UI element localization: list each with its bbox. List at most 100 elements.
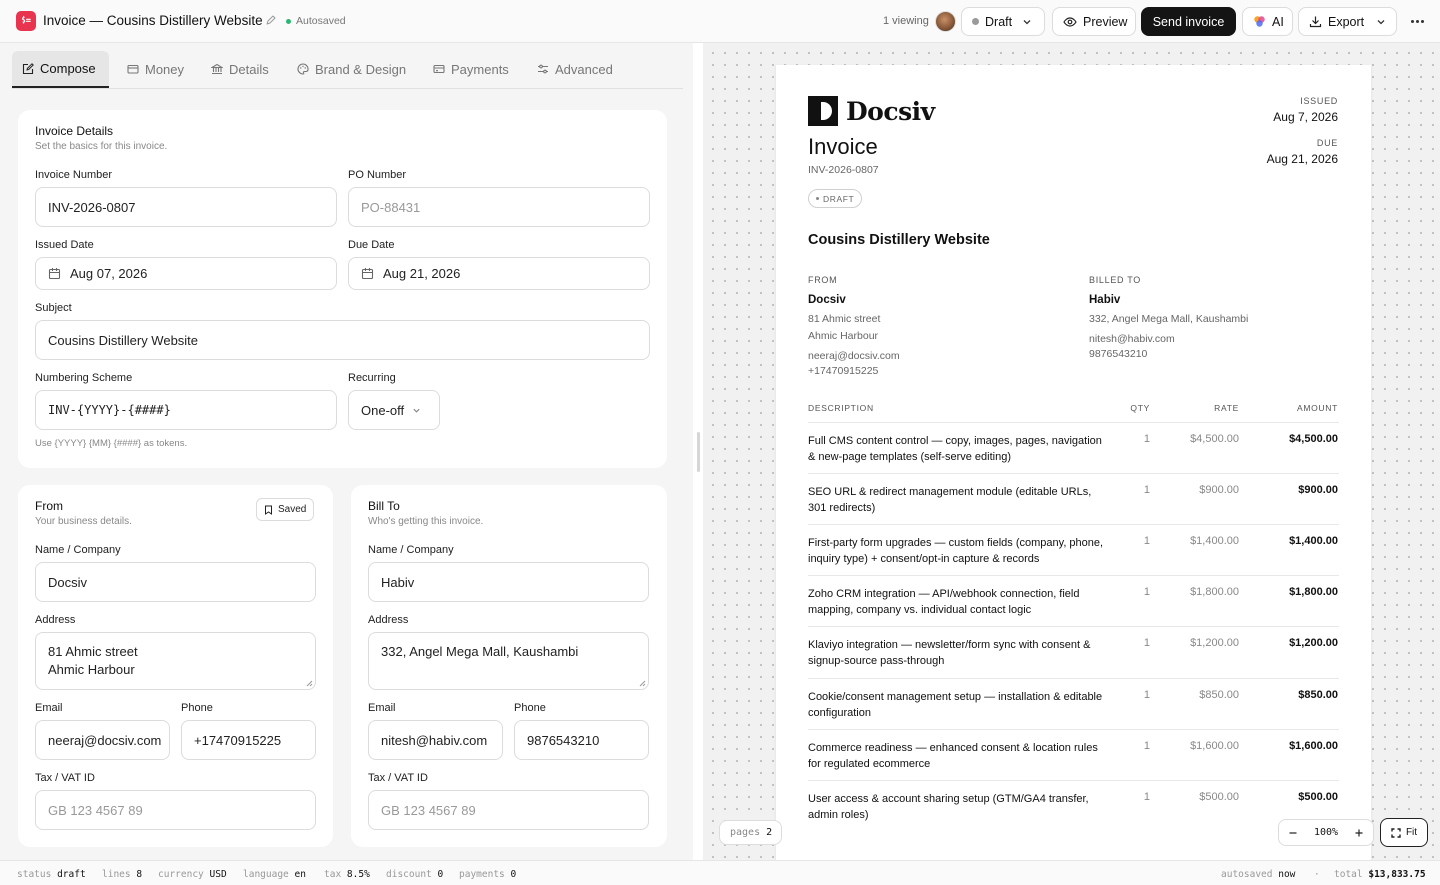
status-dropdown[interactable]: Draft	[961, 7, 1045, 36]
total-item: total $13,833.75	[1334, 869, 1426, 880]
item-rate: $850.00	[1199, 689, 1239, 701]
tab-details[interactable]: Details	[201, 51, 279, 87]
zoom-in-icon[interactable]	[1354, 828, 1364, 838]
autosaved-item: autosaved now	[1221, 869, 1295, 880]
from-phone-input[interactable]: +17470915225	[181, 720, 316, 760]
table-row[interactable]: Commerce readiness — enhanced consent & …	[808, 729, 1339, 780]
resize-handle-icon[interactable]	[638, 679, 646, 687]
invoice-number-input[interactable]: INV-2026-0807	[35, 187, 337, 227]
send-invoice-button[interactable]: Send invoice	[1141, 7, 1236, 36]
from-email-label: Email	[35, 702, 63, 714]
fit-label: Fit	[1405, 827, 1418, 838]
item-amount: $1,600.00	[1289, 740, 1338, 752]
to-address-input[interactable]: 332, Angel Mega Mall, Kaushambi	[368, 632, 649, 690]
to-name: Habiv	[1089, 294, 1121, 306]
recurring-label: Recurring	[348, 372, 396, 384]
tab-payments[interactable]: Payments	[423, 51, 519, 87]
tab-label: Compose	[40, 61, 96, 76]
issued-date-label: Issued Date	[35, 239, 94, 251]
from-tax-input[interactable]: GB 123 4567 89	[35, 790, 316, 830]
issued-date-value: Aug 07, 2026	[70, 266, 148, 281]
item-rate: $900.00	[1199, 484, 1239, 496]
tax-value: 8.5%	[346, 869, 370, 880]
col-rate: RATE	[1214, 403, 1239, 413]
pane-resize-handle[interactable]	[697, 432, 700, 472]
from-name-input[interactable]: Docsiv	[35, 562, 316, 602]
autosaved-key: autosaved	[1221, 869, 1273, 880]
autosave-dot-icon	[286, 18, 291, 24]
avatar[interactable]	[935, 11, 956, 32]
autosaved-value: now	[1278, 869, 1296, 880]
language-key: language	[243, 869, 289, 880]
from-tax-label: Tax / VAT ID	[35, 772, 95, 784]
table-row[interactable]: Cookie/consent management setup — instal…	[808, 678, 1339, 729]
export-dropdown[interactable]: Export	[1298, 7, 1397, 36]
autosave-indicator: Autosaved	[286, 15, 346, 27]
po-number-input[interactable]: PO-88431	[348, 187, 650, 227]
currency-value: USD	[209, 869, 227, 880]
app-logo-icon[interactable]	[16, 11, 36, 31]
status-badge: DRAFT	[808, 189, 863, 208]
item-description: Cookie/consent management setup — instal…	[808, 691, 1103, 719]
item-amount: $4,500.00	[1289, 433, 1338, 445]
to-tax-input[interactable]: GB 123 4567 89	[368, 790, 649, 830]
zoom-out-icon[interactable]	[1288, 828, 1298, 838]
tab-money[interactable]: Money	[117, 51, 194, 87]
table-row[interactable]: Klaviyo integration — newsletter/form sy…	[808, 626, 1339, 677]
table-row[interactable]: User access & account sharing setup (GTM…	[808, 780, 1339, 840]
to-email-input[interactable]: nitesh@habiv.com	[368, 720, 503, 760]
from-name: Docsiv	[808, 294, 846, 306]
discount-key: discount	[386, 869, 432, 880]
pencil-icon[interactable]	[265, 14, 277, 26]
table-row[interactable]: SEO URL & redirect management module (ed…	[808, 473, 1339, 524]
invoice-number: INV-2026-0807	[808, 164, 879, 176]
numbering-scheme-input[interactable]: INV-{YYYY}-{####}	[35, 390, 337, 430]
col-description: DESCRIPTION	[808, 403, 874, 413]
invoice-heading: Invoice	[808, 134, 878, 159]
more-options-icon[interactable]	[1408, 13, 1426, 29]
due-value: Aug 21, 2026	[1266, 152, 1338, 166]
tab-brand-design[interactable]: Brand & Design	[287, 51, 416, 87]
preview-button[interactable]: Preview	[1052, 7, 1136, 36]
item-description: First-party form upgrades — custom field…	[808, 537, 1104, 565]
recurring-select[interactable]: One-off	[348, 390, 440, 430]
table-row[interactable]: Zoho CRM integration — API/webhook conne…	[808, 575, 1339, 626]
ai-button[interactable]: AI	[1242, 7, 1293, 36]
saved-button[interactable]: Saved	[256, 498, 315, 521]
card-subtitle: Your business details.	[35, 516, 132, 527]
tab-advanced[interactable]: Advanced	[527, 51, 623, 87]
due-date-input[interactable]: Aug 21, 2026	[348, 257, 650, 290]
language-item: language en	[243, 869, 306, 880]
to-name-input[interactable]: Habiv	[368, 562, 649, 602]
card-subtitle: Who's getting this invoice.	[368, 516, 484, 527]
from-phone-label: Phone	[181, 702, 213, 714]
table-row[interactable]: Full CMS content control — copy, images,…	[808, 422, 1339, 473]
item-description: Klaviyo integration — newsletter/form sy…	[808, 639, 1091, 667]
due-date-value: Aug 21, 2026	[383, 266, 461, 281]
export-label: Export	[1328, 14, 1365, 29]
fit-button[interactable]: Fit	[1380, 818, 1428, 847]
item-amount: $900.00	[1298, 484, 1338, 496]
item-rate: $1,400.00	[1190, 535, 1239, 547]
resize-handle-icon[interactable]	[305, 679, 313, 687]
card-title: Invoice Details	[35, 124, 114, 138]
document-title[interactable]: Invoice — Cousins Distillery Website	[43, 13, 263, 28]
item-description: Commerce readiness — enhanced consent & …	[808, 742, 1098, 770]
tax-item: tax 8.5%	[324, 869, 370, 880]
to-phone-input[interactable]: 9876543210	[514, 720, 649, 760]
from-heading: FROM	[808, 275, 838, 285]
sparkle-icon	[1253, 15, 1266, 28]
tab-compose[interactable]: Compose	[12, 51, 109, 88]
table-row[interactable]: First-party form upgrades — custom field…	[808, 524, 1339, 575]
discount-item: discount 0	[386, 869, 443, 880]
item-qty: 1	[1143, 689, 1150, 701]
from-address-input[interactable]: 81 Ahmic street Ahmic Harbour	[35, 632, 316, 690]
subject-input[interactable]: Cousins Distillery Website	[35, 320, 650, 360]
from-email-input[interactable]: neeraj@docsiv.com	[35, 720, 170, 760]
issued-date-input[interactable]: Aug 07, 2026	[35, 257, 337, 290]
to-email-label: Email	[368, 702, 396, 714]
item-qty: 1	[1143, 484, 1150, 496]
tax-key: tax	[324, 869, 342, 880]
issued-label: ISSUED	[1300, 96, 1338, 106]
issued-value: Aug 7, 2026	[1273, 110, 1338, 124]
